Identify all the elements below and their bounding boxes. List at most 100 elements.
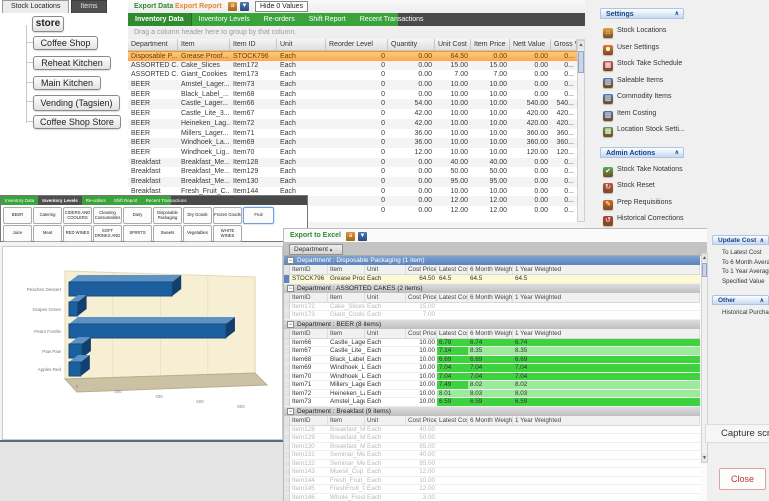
category-button-juice[interactable]: Juice <box>3 225 32 242</box>
close-button[interactable]: Close <box>719 468 766 490</box>
table-row[interactable]: Item68Black_Label_...Each10.006.696.696.… <box>284 356 700 365</box>
table-row[interactable]: BreakfastBreakfast_Me...Item129Each00.00… <box>128 167 577 177</box>
table-row[interactable]: Item71Millers_Lager...Each10.007.498.028… <box>284 381 700 390</box>
tab-inventory-levels[interactable]: Inventory Levels <box>38 196 82 205</box>
table-row[interactable]: BEERHeineken_Lag...Item72Each042.0010.00… <box>128 119 577 129</box>
action-historical-purcha[interactable]: Historical Purcha... <box>712 308 769 317</box>
category-button-spirits[interactable]: SPIRITS <box>123 225 152 242</box>
tab-items[interactable]: Items <box>71 0 106 13</box>
action-to-1-year-average[interactable]: To 1 Year Average <box>712 267 769 276</box>
column-header-latest-cost[interactable]: Latest Cost <box>437 416 468 425</box>
table-row[interactable]: BEERCastle_Lite_3...Item67Each042.0010.0… <box>128 109 577 119</box>
category-button-fruit[interactable]: Fruit <box>243 207 274 224</box>
export-report-button[interactable]: Export Report <box>175 0 222 13</box>
table-row[interactable]: Item72Heineken_Lag...Each10.008.018.038.… <box>284 390 700 399</box>
tab-recent-transactions[interactable]: Recent Transactions <box>142 196 191 205</box>
main-grid-vscrollbar[interactable]: ▲ <box>577 40 585 222</box>
nav-item-saleable-items[interactable]: ▥Saleable Items <box>603 74 663 87</box>
collapse-icon[interactable]: ∧ <box>760 296 764 306</box>
location-button-reheat-kitchen[interactable]: Reheat Kitchen <box>33 56 111 70</box>
table-row[interactable]: BEERMillers_Lager...Item71Each036.0010.0… <box>128 129 577 139</box>
nav-item-location-stock-setti[interactable]: ▩Location Stock Setti... <box>603 123 685 136</box>
expander-icon[interactable]: − <box>287 257 294 264</box>
nav-item-stock-take-schedule[interactable]: ▦Stock Take Schedule <box>603 57 682 70</box>
table-row[interactable]: Item69Windhoek_La...Each10.007.047.047.0… <box>284 364 700 373</box>
table-row[interactable]: BEERBlack_Label_...Item68Each00.0010.001… <box>128 90 577 100</box>
column-header-department[interactable]: Department <box>128 39 178 51</box>
sort-az-icon[interactable]: a <box>346 232 355 241</box>
table-row[interactable]: Item132Seminar_Men...Each95.00 <box>284 460 700 469</box>
table-row[interactable]: Item129Breakfast_Me...Each50.00 <box>284 434 700 443</box>
column-header-6-month-weighted[interactable]: 6 Month Weighted <box>468 416 513 425</box>
category-button-vegetables[interactable]: Vegetables <box>183 225 212 242</box>
column-header-unit-cost[interactable]: Unit Cost <box>435 39 471 51</box>
collapse-icon[interactable]: ∧ <box>760 236 764 246</box>
column-header-quantity[interactable]: Quantity <box>388 39 435 51</box>
column-header-cost-price[interactable]: Cost Price <box>406 293 437 302</box>
group-header-department-breakfast-9-items[interactable]: −Department : Breakfast (9 items) <box>284 407 700 416</box>
column-header-item[interactable]: Item <box>328 416 365 425</box>
scroll-thumb[interactable] <box>702 263 707 277</box>
column-header-gross-val[interactable]: Gross Val... <box>551 39 577 51</box>
column-header-unit[interactable]: Unit <box>365 329 406 338</box>
table-row[interactable]: BEERCastle_Lager...Item66Each054.0010.00… <box>128 99 577 109</box>
export-to-excel-button[interactable]: Export to Excel <box>290 230 341 242</box>
table-row[interactable]: ASSORTED C...Cake_SlicesItem172Each00.00… <box>128 61 577 71</box>
category-button-catering[interactable]: Catering <box>33 207 62 224</box>
column-header-1-year-weighted[interactable]: 1 Year Weighted <box>513 329 700 338</box>
column-header-unit[interactable]: Unit <box>365 416 406 425</box>
section-header-update-cost[interactable]: Update Cost∧ <box>712 235 769 245</box>
expander-icon[interactable]: − <box>287 285 294 292</box>
category-button-soft-drinks-and[interactable]: SOFT DRINKS AND <box>93 225 122 242</box>
category-button-frozen-goods[interactable]: Frozen Goods <box>213 207 242 224</box>
table-row[interactable]: Item145FreshFruit_Cu...Each12.00 <box>284 485 700 494</box>
table-row[interactable]: Item173Giant_CookiesEach7.00 <box>284 311 700 320</box>
capture-screen-menu-item[interactable]: Capture scre <box>705 424 769 443</box>
table-row[interactable]: Disposable P...Grease Proof...STOCK796Ea… <box>128 51 577 61</box>
export-data-button[interactable]: Export Data <box>134 0 173 13</box>
location-button-main-kitchen[interactable]: Main Kitchen <box>33 76 101 90</box>
location-button-vending-tagsien[interactable]: Vending (Tagsien) <box>33 95 120 111</box>
column-header-1-year-weighted[interactable]: 1 Year Weighted <box>513 293 700 302</box>
category-button-cleaning-consumables[interactable]: Cleaning Consumables <box>93 207 122 224</box>
column-header-6-month-weighted[interactable]: 6 Month Weighted <box>468 329 513 338</box>
table-row[interactable]: Item67Castle_Lite_3...Each10.007.148.358… <box>284 347 700 356</box>
column-header-unit[interactable]: Unit <box>365 293 406 302</box>
section-header-settings[interactable]: Settings∧ <box>600 8 684 19</box>
column-header-cost-price[interactable]: Cost Price <box>406 329 437 338</box>
column-header-unit[interactable]: Unit <box>365 265 406 274</box>
nav-item-stock-take-notations[interactable]: ✔Stock Take Notations <box>603 163 683 176</box>
table-row[interactable]: Item70Windhoek_Lig...Each10.007.047.047.… <box>284 373 700 382</box>
column-header-latest-cost[interactable]: Latest Cost <box>437 265 468 274</box>
table-row[interactable]: BEERAmstel_Lager...Item73Each00.0010.001… <box>128 80 577 90</box>
table-row[interactable]: BEERWindhoek_La...Item69Each036.0010.001… <box>128 138 577 148</box>
column-header-item[interactable]: Item <box>328 329 365 338</box>
column-header-item-price[interactable]: Item Price <box>471 39 510 51</box>
expander-icon[interactable]: − <box>287 321 294 328</box>
section-header-other[interactable]: Other∧ <box>712 295 769 305</box>
tab-shift-report[interactable]: Shift Report <box>302 13 353 26</box>
tab-inventory-levels[interactable]: Inventory Levels <box>192 13 257 26</box>
tab-stock-locations[interactable]: Stock Locations <box>2 0 69 13</box>
nav-item-item-costing[interactable]: ▥Item Costing <box>603 107 656 120</box>
column-header-latest-cost[interactable]: Latest Cost <box>437 329 468 338</box>
column-header-unit[interactable]: Unit <box>277 39 326 51</box>
action-to-6-month-avera[interactable]: To 6 Month Avera... <box>712 258 769 267</box>
table-row[interactable]: BEERWindhoek_Lig...Item70Each012.0010.00… <box>128 148 577 158</box>
nav-item-stock-locations[interactable]: ⌂Stock Locations <box>603 24 666 37</box>
column-header-item[interactable]: Item <box>178 39 230 51</box>
tab-inventory-data[interactable]: Inventory Data <box>1 196 38 205</box>
scroll-up-arrow-icon[interactable]: ▲ <box>578 41 584 49</box>
table-row[interactable]: Item66Castle_Lager...Each10.006.796.746.… <box>284 339 700 348</box>
location-button-coffee-shop[interactable]: Coffee Shop <box>33 36 98 50</box>
column-header-item-id[interactable]: Item ID <box>230 39 277 51</box>
scroll-down-arrow-icon[interactable]: ▼ <box>702 454 707 462</box>
collapse-icon[interactable]: ∧ <box>675 148 679 159</box>
table-row[interactable]: Item172Cake_SlicesEach15.00 <box>284 303 700 312</box>
table-row[interactable]: Item143Muesli_CupEach12.00 <box>284 468 700 477</box>
nav-item-user-settings[interactable]: ☻User Settings <box>603 41 659 54</box>
nav-item-stock-reset[interactable]: ↻Stock Reset <box>603 179 655 192</box>
column-header-6-month-weighted[interactable]: 6 Month Weighted <box>468 265 513 274</box>
column-header-1-year-weighted[interactable]: 1 Year Weighted <box>513 265 700 274</box>
nav-item-commodity-items[interactable]: ▥Commodity Items <box>603 90 671 103</box>
